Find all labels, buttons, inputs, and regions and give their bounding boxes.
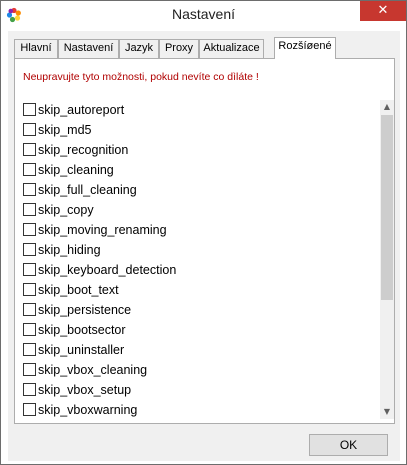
tab-nastaveni[interactable]: Nastavení [58, 39, 119, 58]
title-bar: Nastavení ✕ [1, 1, 406, 31]
option-label: skip_copy [38, 203, 94, 217]
option-label: skip_bootsector [38, 323, 126, 337]
checkbox[interactable] [23, 363, 36, 376]
window-title: Nastavení [171, 6, 236, 22]
tab-panel-advanced: Neupravujte tyto možnosti, pokud nevíte … [14, 58, 395, 424]
option-label: skip_hiding [38, 243, 101, 257]
checkbox[interactable] [23, 183, 36, 196]
close-button[interactable]: ✕ [360, 1, 406, 21]
option-label: skip_uninstaller [38, 343, 125, 357]
settings-window: Nastavení ✕ Hlavní Nastavení Jazyk Proxy… [0, 0, 407, 465]
checkbox[interactable] [23, 263, 36, 276]
checkbox[interactable] [23, 223, 36, 236]
checkbox[interactable] [23, 243, 36, 256]
option-label: skip_persistence [38, 303, 132, 317]
tab-rozsirene[interactable]: Rozšíøené [274, 37, 336, 59]
tab-hlavni[interactable]: Hlavní [14, 39, 58, 58]
ok-button[interactable]: OK [309, 434, 388, 456]
option-label: skip_md5 [38, 123, 92, 137]
warning-text: Neupravujte tyto možnosti, pokud nevíte … [23, 71, 259, 83]
checkbox[interactable] [23, 123, 36, 136]
checkbox[interactable] [23, 303, 36, 316]
option-label: skip_vboxwarning [38, 403, 138, 417]
checkbox[interactable] [23, 203, 36, 216]
tab-aktualizace[interactable]: Aktualizace [199, 39, 264, 58]
option-label: skip_vbox_setup [38, 383, 132, 397]
checkbox[interactable] [23, 323, 36, 336]
tab-jazyk[interactable]: Jazyk [119, 39, 159, 58]
scroll-up-arrow-icon[interactable]: ▲ [380, 100, 394, 114]
scrollbar-thumb[interactable] [381, 115, 393, 300]
options-list[interactable]: skip_autoreport skip_md5 skip_recognitio… [22, 100, 388, 419]
checkbox[interactable] [23, 163, 36, 176]
checkbox[interactable] [23, 403, 36, 416]
scroll-down-arrow-icon[interactable]: ▼ [380, 405, 394, 419]
checkbox[interactable] [23, 103, 36, 116]
vertical-scrollbar[interactable]: ▲ ▼ [380, 100, 394, 419]
tab-proxy[interactable]: Proxy [159, 39, 199, 58]
option-label: skip_autoreport [38, 103, 125, 117]
checkbox[interactable] [23, 383, 36, 396]
option-label: skip_full_cleaning [38, 183, 137, 197]
option-label: skip_cleaning [38, 163, 114, 177]
option-label: skip_boot_text [38, 283, 119, 297]
checkbox[interactable] [23, 143, 36, 156]
option-label: skip_vbox_cleaning [38, 363, 148, 377]
close-icon: ✕ [377, 3, 389, 18]
checkbox[interactable] [23, 283, 36, 296]
checkbox[interactable] [23, 343, 36, 356]
dialog-client: Hlavní Nastavení Jazyk Proxy Aktualizace… [8, 31, 400, 461]
option-label: skip_recognition [38, 143, 129, 157]
option-label: skip_keyboard_detection [38, 263, 177, 277]
option-label: skip_moving_renaming [38, 223, 167, 237]
